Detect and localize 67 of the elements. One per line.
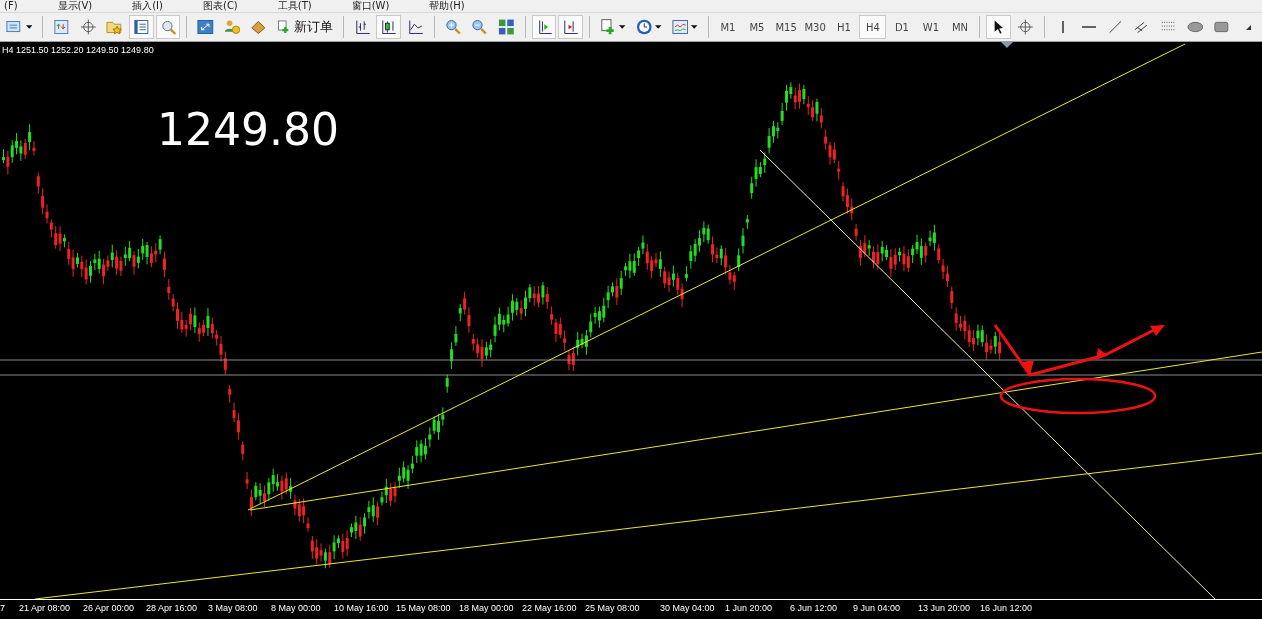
zoom-in-icon (444, 18, 462, 36)
page-plus-icon (277, 18, 291, 36)
cursor-tool[interactable] (986, 15, 1012, 39)
candles-tool[interactable] (376, 15, 401, 39)
caret-icon (619, 25, 626, 29)
time-label: 26 Apr 00:00 (83, 603, 135, 613)
horizontal-line-icon (1081, 26, 1096, 28)
time-label: 13 Jun 20:00 (918, 603, 971, 613)
menu-item[interactable]: 显示(V) (57, 0, 93, 12)
timeframe-button[interactable]: W1 (917, 15, 945, 39)
navigator-tool[interactable] (128, 15, 154, 39)
time-label: 21 Apr 08:00 (19, 603, 71, 613)
timeframe-button[interactable]: M1 (714, 15, 742, 39)
triangle-icon (1245, 24, 1251, 30)
zoom-out-icon (471, 18, 488, 36)
tile-windows-icon (497, 18, 515, 36)
timeframe-button[interactable]: M5 (743, 15, 771, 39)
tester-tool[interactable] (155, 15, 181, 39)
caret-icon (25, 25, 32, 29)
crosshair-icon (1017, 18, 1034, 36)
arrows-window-icon (52, 18, 70, 36)
timeframe-button[interactable]: H4 (859, 15, 887, 39)
bar-chart-icon (353, 18, 371, 36)
time-label: 3 May 08:00 (208, 603, 258, 613)
time-label: 15 May 08:00 (396, 603, 451, 613)
time-label: 7 (0, 603, 5, 613)
time-label: 22 May 16:00 (522, 603, 577, 613)
clock-icon (635, 18, 653, 36)
time-label: 10 May 16:00 (334, 603, 389, 613)
chart-window-icon (671, 18, 689, 36)
list-window-icon (132, 18, 150, 36)
caret-icon (691, 25, 698, 29)
ohlc-info: H4 1251.50 1252.20 1249.50 1249.80 (2, 45, 154, 55)
menu-item[interactable]: 工具(T) (277, 0, 312, 12)
caret-icon (655, 25, 662, 29)
candles-icon (380, 18, 397, 36)
time-label: 25 May 08:00 (585, 603, 640, 613)
timeframe-button[interactable]: H1 (830, 15, 858, 39)
time-label: 18 May 00:00 (459, 603, 514, 613)
expand-window-icon (197, 18, 214, 36)
shift-left-icon (562, 18, 579, 36)
time-label: 8 May 00:00 (271, 603, 321, 613)
line-chart-icon (406, 18, 424, 36)
time-label: 9 Jun 04:00 (853, 603, 901, 613)
time-label: 16 Jun 12:00 (980, 603, 1033, 613)
price-label: 1249.80 (157, 104, 339, 155)
menu-item[interactable]: 窗口(W) (351, 0, 390, 12)
time-label: 6 Jun 12:00 (790, 603, 838, 613)
shift-tool[interactable] (558, 15, 583, 39)
timeframe-button[interactable]: D1 (888, 15, 916, 39)
vertical-line-icon (1061, 21, 1064, 33)
time-label: 30 May 04:00 (660, 603, 715, 613)
crosshair-icon (79, 18, 97, 36)
timeframe-button[interactable]: MN (946, 15, 974, 39)
autoscroll-tool[interactable] (531, 15, 557, 39)
menu-item[interactable]: 图表(C) (203, 0, 238, 12)
time-label: 1 Jun 20:00 (725, 603, 773, 613)
magnifier-icon (159, 18, 177, 36)
timeframe-button[interactable]: M30 (801, 15, 829, 39)
page-plus-icon (599, 18, 617, 36)
time-label: 28 Apr 16:00 (146, 603, 198, 613)
timeframe-button[interactable]: M15 (772, 15, 800, 39)
menu-item[interactable]: 帮助(H) (429, 0, 465, 12)
menu-item[interactable]: 插入(I) (132, 0, 163, 12)
person-gear-icon (223, 18, 241, 36)
menu-item[interactable]: (F) (4, 0, 18, 12)
new-order-button[interactable]: 新订单 (273, 15, 337, 39)
